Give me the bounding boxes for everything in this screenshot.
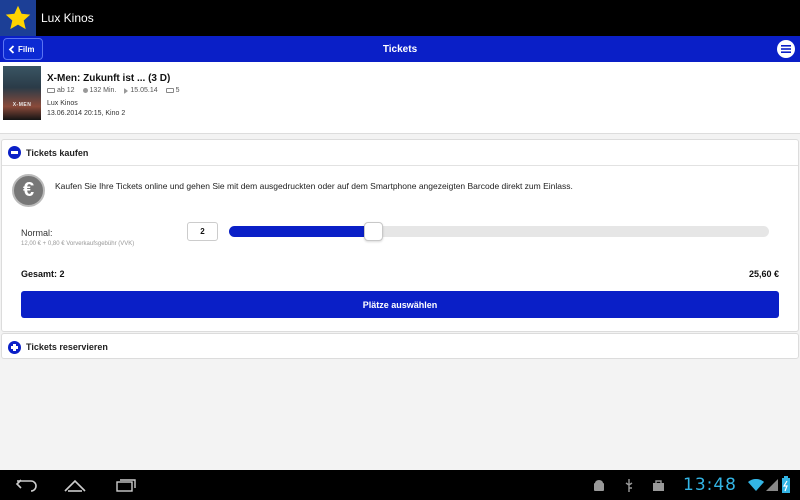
movie-poster[interactable]: X-MEN bbox=[3, 66, 41, 120]
battery-charging-icon bbox=[782, 476, 790, 493]
recent-apps-icon bbox=[116, 479, 136, 492]
back-button[interactable]: Film bbox=[3, 38, 44, 60]
movie-title: X-Men: Zukunft ist ... (3 D) bbox=[47, 73, 171, 84]
system-bar: 13:48 bbox=[0, 470, 800, 500]
expand-icon[interactable] bbox=[8, 340, 21, 354]
buy-info-text: Kaufen Sie Ihre Tickets online und gehen… bbox=[55, 181, 573, 191]
home-key[interactable] bbox=[62, 476, 88, 494]
page-title: Tickets bbox=[382, 43, 418, 55]
calendar-icon bbox=[165, 88, 174, 93]
count: 5 bbox=[165, 87, 180, 94]
reserve-tickets-header[interactable]: Tickets reservieren bbox=[2, 334, 798, 360]
slider-fill bbox=[229, 226, 364, 237]
quantity-slider[interactable] bbox=[229, 226, 769, 237]
buy-tickets-title: Tickets kaufen bbox=[26, 147, 89, 158]
release-date: 15.05.14 bbox=[124, 87, 158, 94]
quantity-field[interactable]: 2 bbox=[187, 222, 218, 241]
menu-button[interactable] bbox=[777, 40, 795, 58]
rating-icon bbox=[47, 88, 55, 93]
duration: 132 Min. bbox=[82, 87, 116, 94]
back-button-label: Film bbox=[18, 44, 35, 54]
slider-thumb[interactable] bbox=[364, 222, 383, 241]
showtime: 13.06.2014 20:15, Kino 2 bbox=[47, 110, 126, 117]
usb-icon bbox=[625, 479, 633, 492]
shopping-bag-icon bbox=[653, 480, 664, 491]
hamburger-icon bbox=[781, 45, 791, 53]
euro-icon: € bbox=[12, 174, 45, 207]
signal-icon bbox=[766, 479, 778, 491]
home-icon bbox=[64, 479, 86, 492]
app-title: Lux Kinos bbox=[41, 11, 94, 25]
play-icon bbox=[124, 87, 129, 94]
movie-meta: ab 12 132 Min. 15.05.14 5 bbox=[47, 87, 180, 94]
back-arrow-icon bbox=[15, 479, 37, 492]
ticket-type-label: Normal: bbox=[21, 228, 53, 238]
total-label: Gesamt: 2 bbox=[21, 269, 65, 279]
chevron-left-icon bbox=[8, 44, 15, 54]
nav-header: Film Tickets bbox=[0, 36, 800, 62]
wifi-icon bbox=[748, 479, 764, 491]
app-bar: Lux Kinos bbox=[0, 0, 800, 36]
star-icon[interactable] bbox=[0, 0, 36, 36]
select-seats-button[interactable]: Plätze auswählen bbox=[21, 291, 779, 318]
buy-tickets-header[interactable]: Tickets kaufen bbox=[2, 140, 798, 166]
back-key[interactable] bbox=[14, 476, 40, 494]
android-debug-icon bbox=[594, 480, 604, 491]
clock-icon bbox=[82, 88, 88, 93]
cinema-name: Lux Kinos bbox=[47, 100, 78, 107]
age-rating: ab 12 bbox=[47, 87, 75, 94]
recents-key[interactable] bbox=[113, 476, 139, 494]
poster-logo: X-MEN bbox=[12, 102, 32, 108]
total-amount: 25,60 € bbox=[748, 269, 779, 279]
reserve-tickets-card[interactable]: Tickets reservieren bbox=[1, 333, 799, 359]
clock: 13:48 bbox=[683, 475, 737, 495]
reserve-tickets-title: Tickets reservieren bbox=[26, 342, 108, 352]
ticket-price-detail: 12,00 € + 0,80 € Vorverkaufsgebühr (VVK) bbox=[21, 241, 135, 247]
collapse-icon[interactable] bbox=[8, 146, 21, 159]
